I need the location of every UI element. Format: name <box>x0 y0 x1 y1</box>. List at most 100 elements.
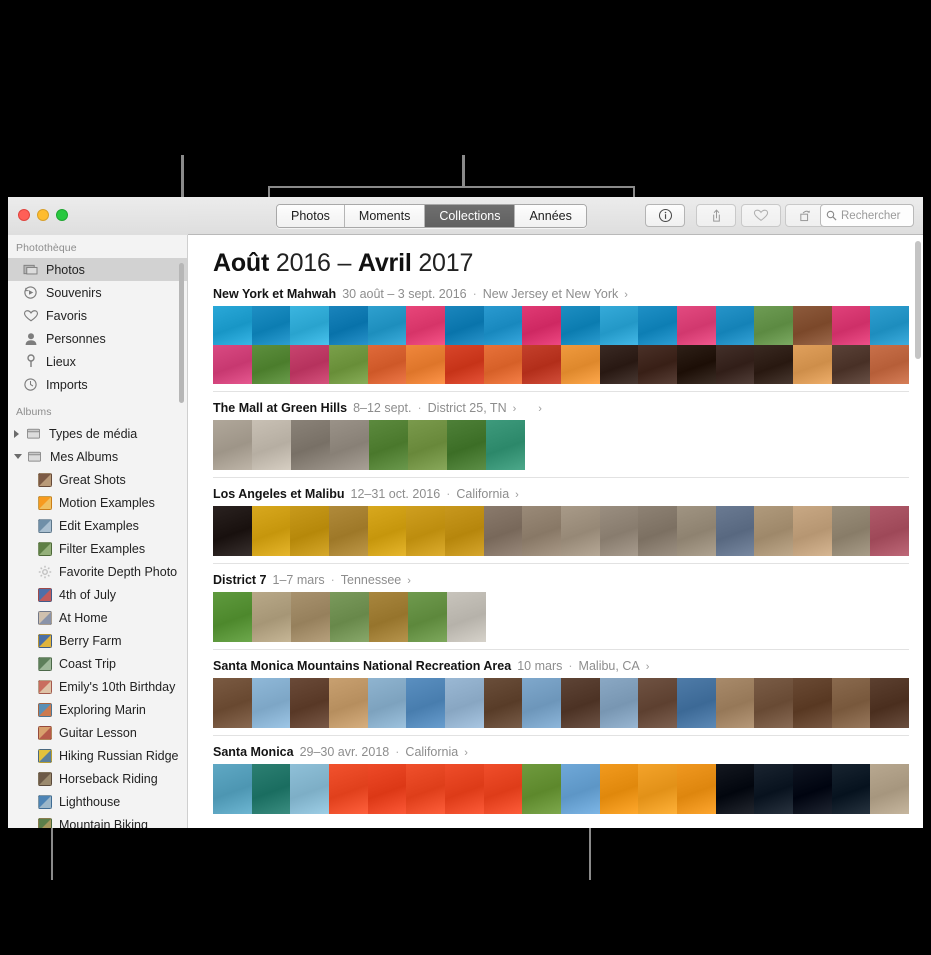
photo-thumbnail[interactable] <box>599 345 639 384</box>
photo-thumbnail[interactable] <box>560 764 600 814</box>
photo-thumbnail[interactable] <box>213 592 252 642</box>
photo-thumbnail[interactable] <box>328 506 368 556</box>
sidebar-item-lieux[interactable]: Lieux <box>8 350 187 373</box>
share-button[interactable] <box>696 204 736 227</box>
photo-thumbnail[interactable] <box>676 506 716 556</box>
favorite-button[interactable] <box>741 204 781 227</box>
photo-thumbnail[interactable] <box>369 592 408 642</box>
photo-thumbnail[interactable] <box>831 678 871 728</box>
info-button[interactable] <box>645 204 685 227</box>
sidebar-album-item[interactable]: Emily's 10th Birthday <box>8 675 187 698</box>
sidebar-album-item[interactable]: Great Shots <box>8 468 187 491</box>
photo-thumbnail[interactable] <box>251 678 291 728</box>
photo-thumbnail[interactable] <box>367 306 407 345</box>
photo-thumbnail[interactable] <box>290 764 329 814</box>
photo-thumbnail[interactable] <box>447 592 486 642</box>
photo-thumbnail[interactable] <box>522 306 561 345</box>
photo-thumbnail[interactable] <box>213 506 252 556</box>
chevron-right-icon[interactable]: › <box>515 489 519 501</box>
photo-thumbnail[interactable] <box>367 506 407 556</box>
photo-thumbnail[interactable] <box>870 678 909 728</box>
photo-thumbnail[interactable] <box>252 420 291 470</box>
sidebar-album-item[interactable]: Horseback Riding <box>8 767 187 790</box>
photo-thumbnail[interactable] <box>599 506 639 556</box>
chevron-right-icon[interactable]: › <box>464 747 468 759</box>
photo-thumbnail[interactable] <box>330 592 369 642</box>
chevron-right-icon-secondary[interactable]: › <box>538 403 542 415</box>
photo-strip-row[interactable] <box>213 592 909 642</box>
photo-thumbnail[interactable] <box>367 678 407 728</box>
sidebar-album-item[interactable]: Mountain Biking <box>8 813 187 828</box>
photo-thumbnail[interactable] <box>792 345 832 384</box>
photo-thumbnail[interactable] <box>406 306 445 345</box>
photo-thumbnail[interactable] <box>406 345 445 384</box>
photo-thumbnail[interactable] <box>447 420 486 470</box>
photo-thumbnail[interactable] <box>560 678 600 728</box>
tab-photos[interactable]: Photos <box>277 205 345 227</box>
photo-thumbnail[interactable] <box>715 345 755 384</box>
photo-thumbnail[interactable] <box>676 306 716 345</box>
photo-thumbnail[interactable] <box>676 678 716 728</box>
sidebar-album-item[interactable]: Edit Examples <box>8 514 187 537</box>
photo-thumbnail[interactable] <box>291 420 330 470</box>
sidebar-album-item[interactable]: Berry Farm <box>8 629 187 652</box>
chevron-right-icon[interactable]: › <box>624 289 628 301</box>
tab-annees[interactable]: Années <box>515 205 586 227</box>
sidebar-album-item[interactable]: Guitar Lesson <box>8 721 187 744</box>
photo-thumbnail[interactable] <box>754 678 793 728</box>
chevron-right-icon[interactable]: › <box>513 403 517 415</box>
photo-thumbnail[interactable] <box>328 678 368 728</box>
photo-strip[interactable] <box>213 306 909 384</box>
photo-strip[interactable] <box>213 764 909 814</box>
rotate-button[interactable] <box>785 204 825 227</box>
photo-thumbnail[interactable] <box>483 306 523 345</box>
photo-thumbnail[interactable] <box>715 764 755 814</box>
photo-thumbnail[interactable] <box>754 764 793 814</box>
photo-thumbnail[interactable] <box>560 506 600 556</box>
photo-thumbnail[interactable] <box>406 678 445 728</box>
photo-thumbnail[interactable] <box>251 506 291 556</box>
collection-header[interactable]: The Mall at Green Hills 8–12 sept. · Distri… <box>213 392 909 420</box>
sidebar-album-item[interactable]: Lighthouse <box>8 790 187 813</box>
sidebar-group-types-de-media[interactable]: Types de média <box>8 422 187 445</box>
photo-thumbnail[interactable] <box>522 345 561 384</box>
photo-thumbnail[interactable] <box>406 506 445 556</box>
search-field[interactable]: Rechercher <box>820 204 914 227</box>
sidebar-album-item[interactable]: 4th of July <box>8 583 187 606</box>
collection-header[interactable]: Santa Monica 29–30 avr. 2018 · California › <box>213 736 909 764</box>
chevron-right-icon[interactable]: › <box>407 575 411 587</box>
photo-thumbnail[interactable] <box>676 345 716 384</box>
photo-thumbnail[interactable] <box>560 306 600 345</box>
photo-thumbnail[interactable] <box>252 592 291 642</box>
photo-thumbnail[interactable] <box>290 345 329 384</box>
photo-thumbnail[interactable] <box>213 306 252 345</box>
photo-thumbnail[interactable] <box>792 306 832 345</box>
collection-header[interactable]: District 7 1–7 mars · Tennessee › <box>213 564 909 592</box>
sidebar-scrollbar[interactable] <box>179 263 184 403</box>
photo-thumbnail[interactable] <box>754 506 793 556</box>
sidebar-group-mes-albums[interactable]: Mes Albums <box>8 445 187 468</box>
photo-thumbnail[interactable] <box>444 678 484 728</box>
photo-thumbnail[interactable] <box>367 764 407 814</box>
photo-thumbnail[interactable] <box>599 764 639 814</box>
photo-thumbnail[interactable] <box>870 764 909 814</box>
sidebar-item-souvenirs[interactable]: Souvenirs <box>8 281 187 304</box>
photo-thumbnail[interactable] <box>213 678 252 728</box>
zoom-button[interactable] <box>56 209 68 221</box>
photo-thumbnail[interactable] <box>444 306 484 345</box>
collection-header[interactable]: New York et Mahwah 30 août – 3 sept. 2016… <box>213 278 909 306</box>
sidebar-album-item[interactable]: Favorite Depth Photo <box>8 560 187 583</box>
photo-thumbnail[interactable] <box>291 592 330 642</box>
photo-thumbnail[interactable] <box>831 764 871 814</box>
photo-thumbnail[interactable] <box>251 764 291 814</box>
minimize-button[interactable] <box>37 209 49 221</box>
sidebar-item-favoris[interactable]: Favoris <box>8 304 187 327</box>
photo-thumbnail[interactable] <box>715 506 755 556</box>
photo-thumbnail[interactable] <box>599 306 639 345</box>
sidebar-item-photos[interactable]: Photos <box>8 258 187 281</box>
photo-thumbnail[interactable] <box>792 506 832 556</box>
photo-thumbnail[interactable] <box>483 506 523 556</box>
photo-thumbnail[interactable] <box>444 764 484 814</box>
chevron-right-icon[interactable] <box>14 429 21 438</box>
sidebar-album-item[interactable]: Exploring Marin <box>8 698 187 721</box>
